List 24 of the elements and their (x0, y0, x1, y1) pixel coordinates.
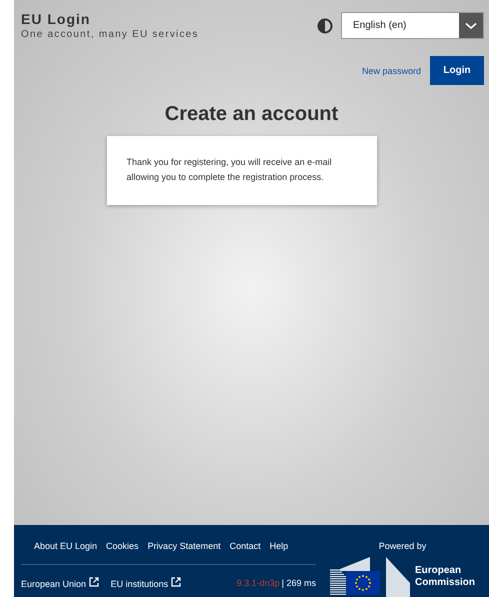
site-title: EU Login (21, 11, 92, 27)
external-link-icon (88, 577, 99, 587)
chevron-icon (465, 22, 477, 30)
page-heading: Create an account (164, 103, 340, 126)
timing-text: | 269 ms (282, 578, 316, 588)
powered-by-text: Powered by (378, 541, 426, 551)
commission-logo-icon (330, 557, 412, 597)
footer-link[interactable]: Help (270, 541, 288, 551)
external-link[interactable]: European Union (21, 577, 99, 589)
footer-link[interactable]: Cookies (106, 541, 139, 551)
logo-text: Commission (414, 577, 475, 589)
external-link-icon (170, 577, 181, 587)
external-link[interactable]: EU institutions (110, 577, 181, 589)
confirmation-message: Thank you for registering, you will receive an e-mail allowing you to complete the registration process. (126, 156, 333, 184)
site-subtitle: One account, many EU services (21, 29, 199, 40)
logo-text: European (414, 565, 462, 577)
login-button[interactable]: Login (430, 56, 484, 85)
footer-link[interactable]: Contact (230, 541, 261, 551)
language-select[interactable]: English (en) (341, 12, 484, 39)
version-text: 9.3.1-dn3p (236, 578, 280, 588)
new-password-link[interactable]: New password (362, 66, 421, 76)
footer-link[interactable]: About EU Login (34, 541, 98, 551)
contrast-icon[interactable] (317, 18, 333, 34)
footer-link[interactable]: Privacy Statement (148, 541, 221, 551)
